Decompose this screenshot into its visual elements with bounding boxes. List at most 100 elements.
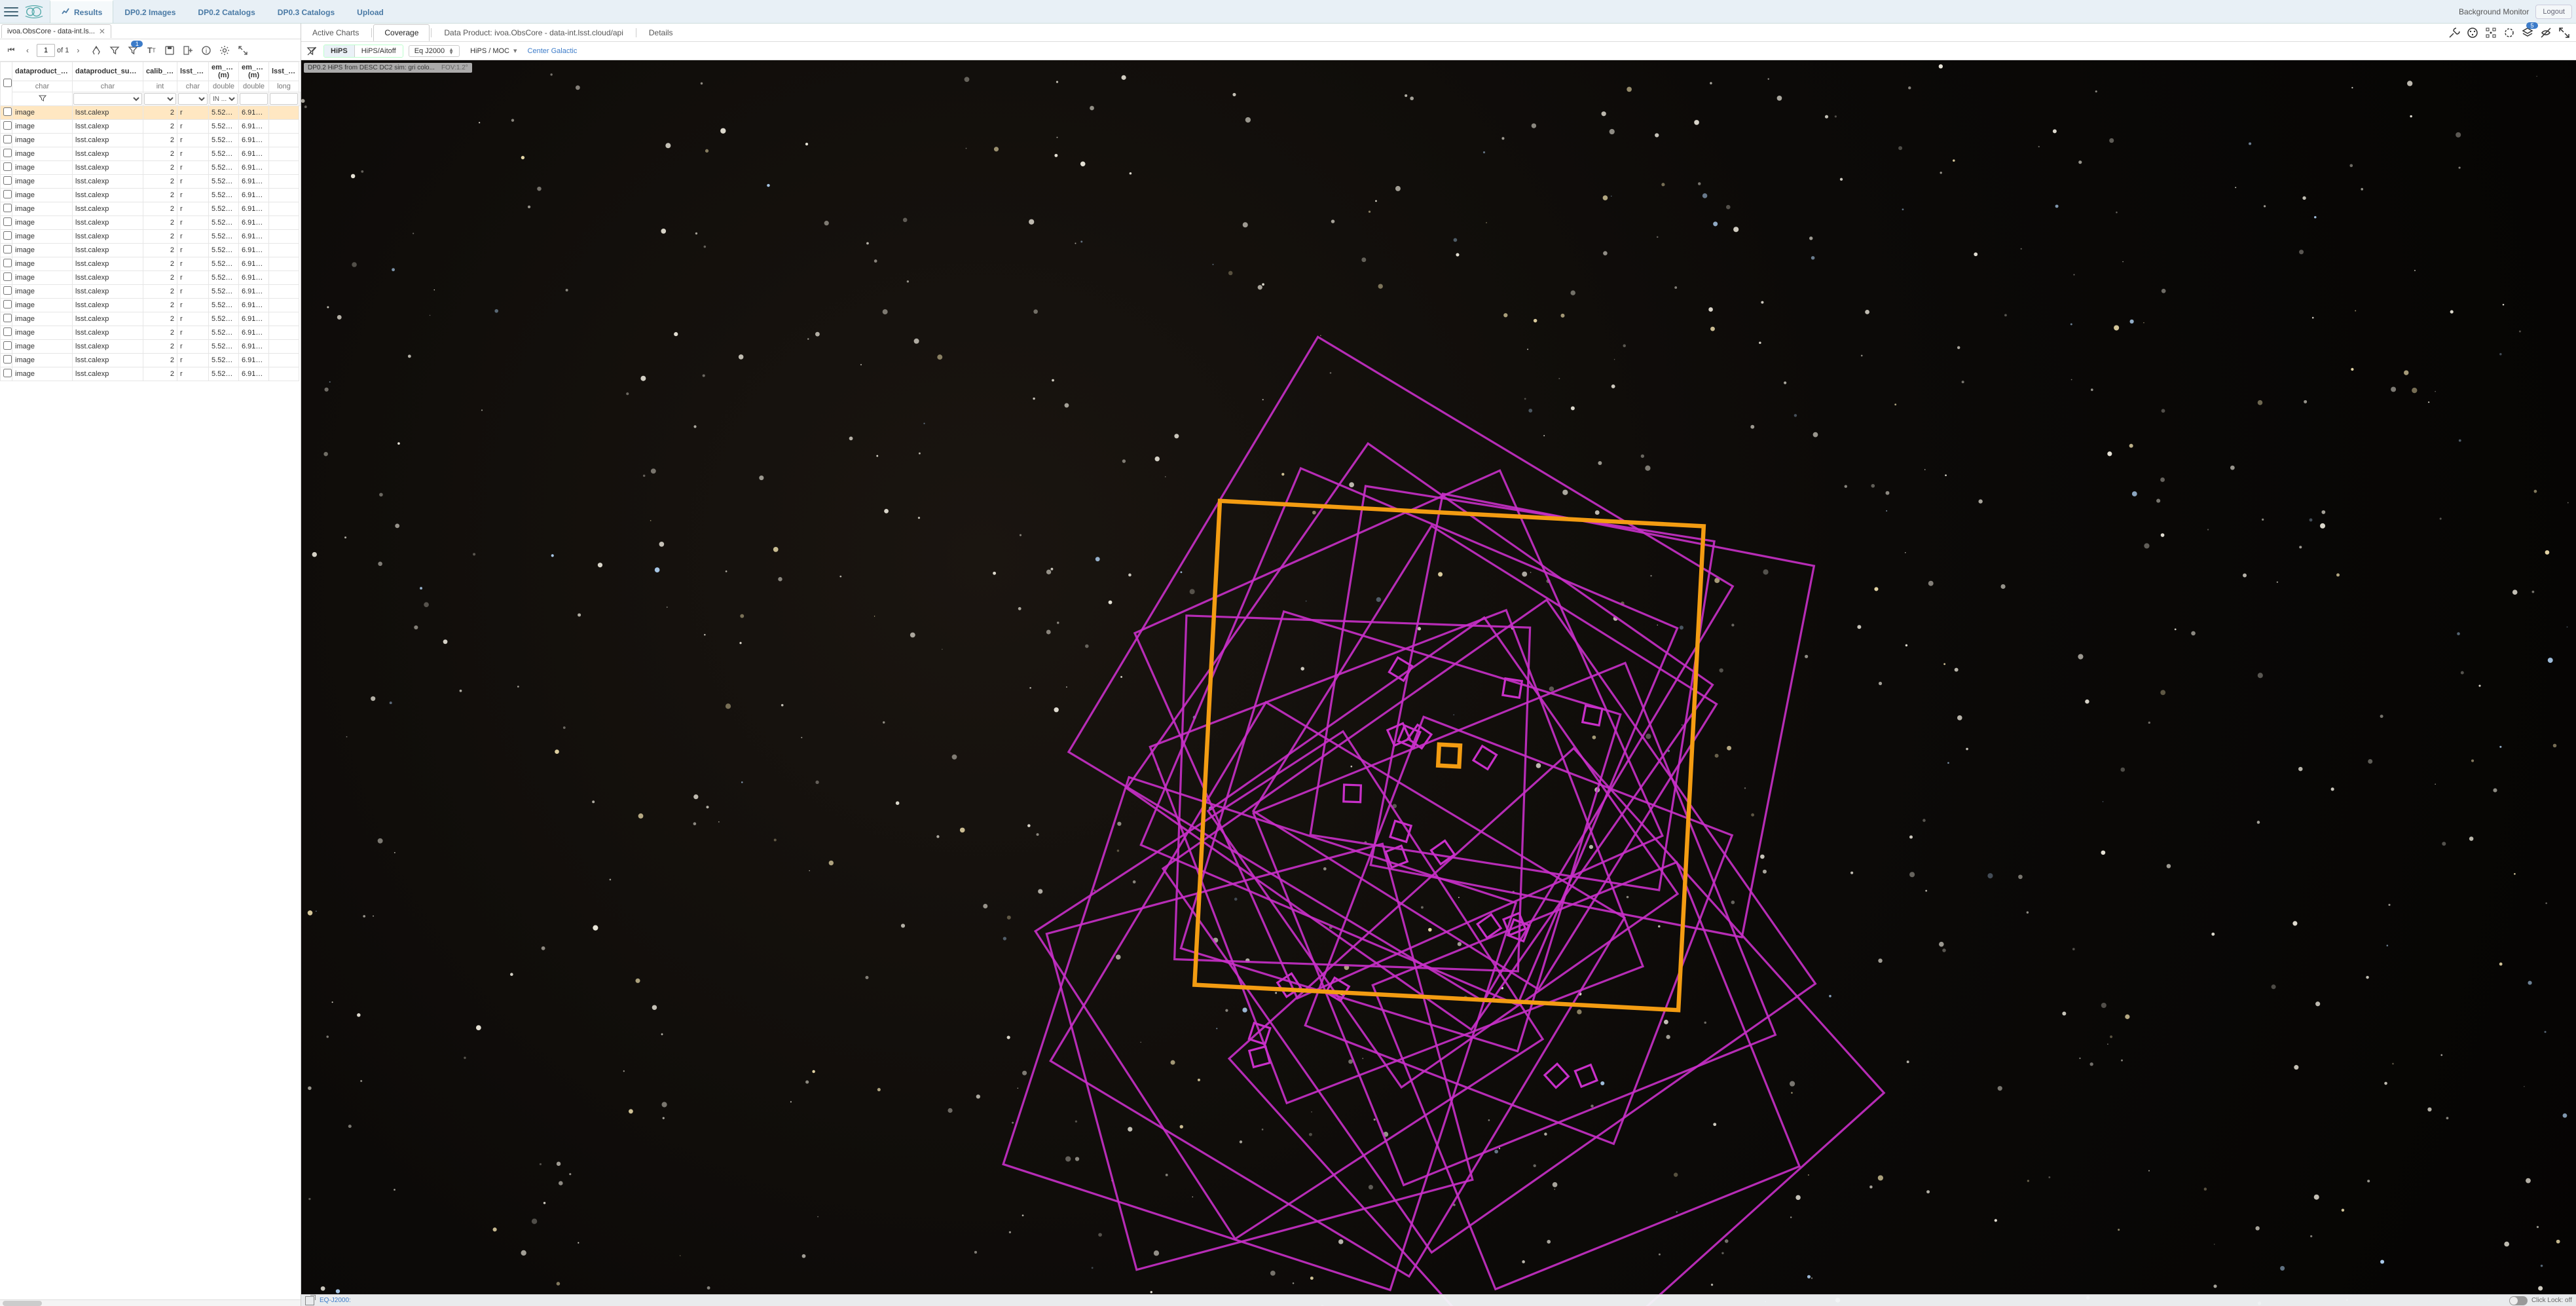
table-row[interactable]: imagelsst.calexp2r5.52e-76.91e-7 (1, 189, 301, 202)
row-checkbox[interactable] (3, 355, 12, 364)
table-row[interactable]: imagelsst.calexp2r5.52e-76.91e-7 (1, 312, 301, 326)
right-tab-3[interactable]: Details (638, 24, 684, 41)
table-row[interactable]: imagelsst.calexp2r5.52e-76.91e-7 (1, 202, 301, 216)
table-row[interactable]: imagelsst.calexp2r5.52e-76.91e-7 (1, 257, 301, 271)
row-checkbox[interactable] (3, 176, 12, 185)
page-prev-icon[interactable]: ‹ (20, 43, 35, 58)
seg-hips-aitoff[interactable]: HiPS/Aitoff (355, 45, 403, 57)
filter-calib_level-select[interactable] (178, 93, 208, 105)
expand-right-icon[interactable] (2556, 25, 2572, 41)
col-dataproduct_subtype[interactable]: dataproduct_subtype (73, 62, 143, 81)
text-options-icon[interactable]: TT (144, 43, 158, 58)
table-row[interactable]: imagelsst.calexp2r5.52e-76.91e-7 (1, 299, 301, 312)
logout-button[interactable]: Logout (2535, 5, 2572, 19)
row-checkbox[interactable] (3, 231, 12, 240)
row-checkbox[interactable] (3, 341, 12, 350)
col-em_max[interactable]: em_max(m) (239, 62, 269, 81)
table-row[interactable]: imagelsst.calexp2r5.52e-76.91e-7 (1, 175, 301, 189)
filter-active-icon[interactable] (126, 43, 140, 58)
table-row[interactable]: imagelsst.calexp2r5.52e-76.91e-7 (1, 147, 301, 161)
main-tab-upload[interactable]: Upload (346, 0, 395, 23)
right-tab-2[interactable]: Data Product: ivoa.ObsCore - data-int.ls… (433, 24, 634, 41)
col-calib_level[interactable]: calib_level (143, 62, 177, 81)
right-tab-0[interactable]: Active Charts (301, 24, 370, 41)
row-checkbox[interactable] (3, 121, 12, 130)
col-lsst_tra[interactable]: lsst_tra (269, 62, 299, 81)
info-icon[interactable] (89, 43, 103, 58)
row-checkbox[interactable] (3, 259, 12, 267)
main-tab-dp0-3-catalogs[interactable]: DP0.3 Catalogs (267, 0, 346, 23)
filter-dataproduct_type-select[interactable] (73, 93, 142, 105)
table-row[interactable]: imagelsst.calexp2r5.52e-76.91e-7 (1, 120, 301, 134)
table-row[interactable]: imagelsst.calexp2r5.52e-76.91e-7 (1, 216, 301, 230)
filter-clear-icon[interactable] (107, 43, 122, 58)
table-row[interactable]: imagelsst.calexp2r5.52e-76.91e-7 (1, 244, 301, 257)
filter-dataproduct_subtype-select[interactable] (144, 93, 176, 105)
popout-icon[interactable] (305, 1296, 314, 1305)
filter-lsst_tra-input[interactable] (300, 93, 301, 105)
seg-hips[interactable]: HiPS (324, 45, 355, 57)
row-checkbox[interactable] (3, 327, 12, 336)
row-checkbox[interactable] (3, 217, 12, 226)
page-first-icon[interactable]: ⏮ (4, 43, 18, 58)
right-tab-1[interactable]: Coverage (373, 24, 430, 41)
click-lock-toggle[interactable] (2509, 1296, 2528, 1305)
hips-moc-select[interactable]: HiPS / MOC ▾ (465, 45, 522, 56)
row-checkbox[interactable] (3, 286, 12, 295)
row-checkbox[interactable] (3, 272, 12, 281)
row-checkbox[interactable] (3, 245, 12, 253)
expand-icon[interactable] (236, 43, 250, 58)
table-row[interactable]: imagelsst.calexp2r5.52e-76.91e-7 (1, 326, 301, 340)
row-checkbox[interactable] (3, 149, 12, 157)
table-tab[interactable]: ivoa.ObsCore - data-int.ls... ✕ (1, 24, 111, 38)
table-row[interactable]: imagelsst.calexp2r5.52e-76.91e-7 (1, 161, 301, 175)
sky-viewer[interactable]: DP0.2 HiPS from DESC DC2 sim: gri colo..… (301, 60, 2576, 1306)
save-icon[interactable] (162, 43, 177, 58)
background-monitor-link[interactable]: Background Monitor (2459, 7, 2529, 16)
row-checkbox[interactable] (3, 190, 12, 198)
color-icon[interactable] (2465, 25, 2480, 41)
filter-em_max (m)-input[interactable] (270, 93, 298, 105)
table-row[interactable]: imagelsst.calexp2r5.52e-76.91e-7 (1, 354, 301, 367)
table-info-icon[interactable]: i (199, 43, 213, 58)
layers-icon[interactable] (2520, 25, 2535, 41)
row-checkbox[interactable] (3, 300, 12, 308)
menu-icon[interactable] (4, 5, 18, 19)
row-checkbox[interactable] (3, 314, 12, 322)
image-filter-icon[interactable] (305, 45, 318, 58)
col-em_min[interactable]: em_min(m) (209, 62, 239, 81)
table-row[interactable]: imagelsst.calexp2r5.52e-76.91e-7 (1, 367, 301, 381)
click-lock[interactable]: Click Lock: off (2509, 1296, 2572, 1305)
table-row[interactable]: imagelsst.calexp2r5.52e-76.91e-7 (1, 271, 301, 285)
col-lsst_band[interactable]: lsst_band (177, 62, 209, 81)
filter-band-select[interactable]: IN ... (210, 93, 238, 105)
table-row[interactable]: imagelsst.calexp2r5.52e-76.91e-7 (1, 340, 301, 354)
select-all-checkbox[interactable] (3, 79, 12, 87)
row-checkbox[interactable] (3, 135, 12, 143)
col-dataproduct_type[interactable]: dataproduct_type (12, 62, 73, 81)
filter-em_min (m)-input[interactable] (240, 93, 268, 105)
table-row[interactable]: imagelsst.calexp2r5.52e-76.91e-7 (1, 106, 301, 120)
tools-icon[interactable] (2446, 25, 2462, 41)
center-galactic-link[interactable]: Center Galactic (528, 47, 578, 55)
row-checkbox[interactable] (3, 204, 12, 212)
table-row[interactable]: imagelsst.calexp2r5.52e-76.91e-7 (1, 230, 301, 244)
page-input[interactable] (37, 44, 55, 57)
settings-icon[interactable] (217, 43, 232, 58)
lock-wcs-icon[interactable] (2538, 25, 2554, 41)
row-checkbox[interactable] (3, 107, 12, 116)
horizontal-scrollbar[interactable] (0, 1299, 301, 1306)
page-next-icon[interactable]: › (71, 43, 85, 58)
frame-select[interactable]: Eq J2000 ▲▼ (409, 45, 460, 57)
row-checkbox[interactable] (3, 162, 12, 171)
table-row[interactable]: imagelsst.calexp2r5.52e-76.91e-7 (1, 285, 301, 299)
main-tab-dp0-2-catalogs[interactable]: DP0.2 Catalogs (187, 0, 266, 23)
close-icon[interactable]: ✕ (99, 27, 105, 36)
main-tab-dp0-2-images[interactable]: DP0.2 Images (113, 0, 187, 23)
center-icon[interactable] (2483, 25, 2499, 41)
main-tab-results[interactable]: Results (50, 0, 113, 23)
table-row[interactable]: imagelsst.calexp2r5.52e-76.91e-7 (1, 134, 301, 147)
row-checkbox[interactable] (3, 369, 12, 377)
add-column-icon[interactable] (181, 43, 195, 58)
region-icon[interactable] (2501, 25, 2517, 41)
